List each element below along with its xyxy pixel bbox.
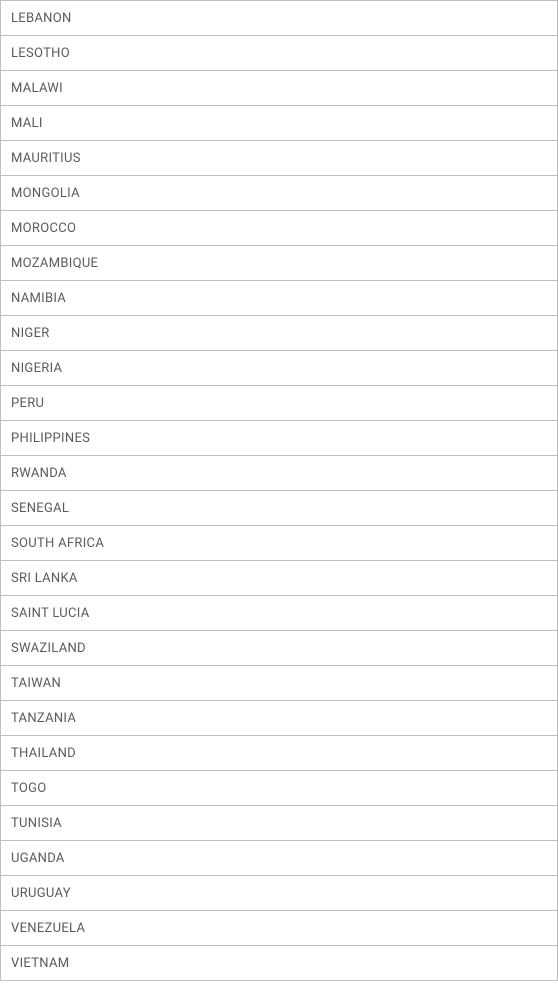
country-list-body: LEBANON LESOTHO MALAWI MALI MAURITIUS MO… xyxy=(1,1,558,981)
table-row: NIGERIA xyxy=(1,351,558,386)
country-cell: NAMIBIA xyxy=(1,281,558,316)
table-row: SWAZILAND xyxy=(1,631,558,666)
table-row: LEBANON xyxy=(1,1,558,36)
country-cell: SOUTH AFRICA xyxy=(1,526,558,561)
country-cell: PHILIPPINES xyxy=(1,421,558,456)
table-row: THAILAND xyxy=(1,736,558,771)
country-cell: MOZAMBIQUE xyxy=(1,246,558,281)
table-row: MOZAMBIQUE xyxy=(1,246,558,281)
table-row: VENEZUELA xyxy=(1,911,558,946)
table-row: TUNISIA xyxy=(1,806,558,841)
country-cell: NIGERIA xyxy=(1,351,558,386)
country-list-table: LEBANON LESOTHO MALAWI MALI MAURITIUS MO… xyxy=(0,0,558,981)
country-cell: TAIWAN xyxy=(1,666,558,701)
country-cell: SAINT LUCIA xyxy=(1,596,558,631)
country-cell: MOROCCO xyxy=(1,211,558,246)
country-cell: MALAWI xyxy=(1,71,558,106)
country-cell: URUGUAY xyxy=(1,876,558,911)
country-cell: VIETNAM xyxy=(1,946,558,981)
country-cell: TOGO xyxy=(1,771,558,806)
table-row: VIETNAM xyxy=(1,946,558,981)
table-row: PHILIPPINES xyxy=(1,421,558,456)
country-cell: NIGER xyxy=(1,316,558,351)
country-cell: MONGOLIA xyxy=(1,176,558,211)
country-cell: VENEZUELA xyxy=(1,911,558,946)
table-row: MOROCCO xyxy=(1,211,558,246)
table-row: SOUTH AFRICA xyxy=(1,526,558,561)
table-row: TOGO xyxy=(1,771,558,806)
table-row: RWANDA xyxy=(1,456,558,491)
table-row: SENEGAL xyxy=(1,491,558,526)
table-row: PERU xyxy=(1,386,558,421)
country-cell: PERU xyxy=(1,386,558,421)
table-row: LESOTHO xyxy=(1,36,558,71)
country-cell: LEBANON xyxy=(1,1,558,36)
table-row: TAIWAN xyxy=(1,666,558,701)
table-row: URUGUAY xyxy=(1,876,558,911)
country-cell: TANZANIA xyxy=(1,701,558,736)
country-cell: MALI xyxy=(1,106,558,141)
table-row: MONGOLIA xyxy=(1,176,558,211)
table-row: SRI LANKA xyxy=(1,561,558,596)
table-row: MALI xyxy=(1,106,558,141)
country-cell: UGANDA xyxy=(1,841,558,876)
country-cell: THAILAND xyxy=(1,736,558,771)
table-row: SAINT LUCIA xyxy=(1,596,558,631)
table-row: MAURITIUS xyxy=(1,141,558,176)
country-cell: LESOTHO xyxy=(1,36,558,71)
table-row: MALAWI xyxy=(1,71,558,106)
country-cell: SRI LANKA xyxy=(1,561,558,596)
country-cell: SENEGAL xyxy=(1,491,558,526)
country-cell: MAURITIUS xyxy=(1,141,558,176)
table-row: NAMIBIA xyxy=(1,281,558,316)
country-cell: TUNISIA xyxy=(1,806,558,841)
table-row: TANZANIA xyxy=(1,701,558,736)
country-cell: RWANDA xyxy=(1,456,558,491)
table-row: NIGER xyxy=(1,316,558,351)
country-cell: SWAZILAND xyxy=(1,631,558,666)
table-row: UGANDA xyxy=(1,841,558,876)
